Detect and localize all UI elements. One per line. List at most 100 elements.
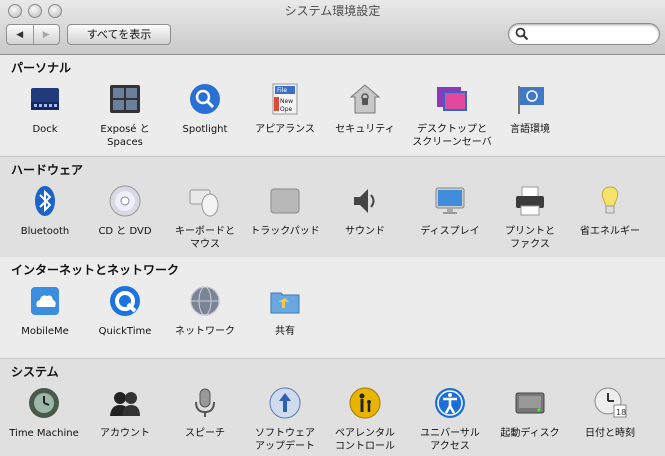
toolbar: システム環境設定 ◀ ▶ すべてを表示 — [0, 0, 665, 55]
section-3: インターネットとネットワーク MobileMe QuickTime ネットワーク 共有 — [0, 257, 665, 357]
preference-pane-startup-disk[interactable]: 起動ディスク — [490, 386, 570, 440]
preference-pane-label: ソフトウェア アップデート — [255, 428, 315, 452]
date-time-icon: 18 — [594, 387, 627, 418]
preference-pane-desktop[interactable]: デスクトップと スクリーンセーバ — [412, 82, 492, 149]
navigation-buttons: ◀ ▶ — [6, 24, 60, 45]
preference-pane-label: アピアランス — [255, 124, 315, 135]
preference-pane-parental-controls[interactable]: ペアレンタル コントロール — [325, 386, 405, 453]
show-all-button[interactable]: すべてを表示 — [67, 24, 171, 45]
preference-pane-label: プリントと ファクス — [505, 226, 555, 250]
time-machine-icon — [29, 388, 59, 418]
preference-pane-accounts[interactable]: アカウント — [85, 386, 165, 440]
desktop-icon — [437, 87, 467, 111]
keyboard-mouse-icon — [189, 189, 219, 217]
section-1: パーソナル Dock Exposé と Spaces Spotlight File New… — [0, 55, 665, 155]
svg-text:Ope: Ope — [280, 106, 293, 113]
preference-pane-label: Time Machine — [9, 428, 79, 439]
preference-pane-label: Exposé と Spaces — [100, 124, 150, 148]
system-preferences-window: システム環境設定 ◀ ▶ すべてを表示 パーソナル Dock Exposé と Sp… — [0, 0, 665, 456]
back-button[interactable]: ◀ — [7, 25, 33, 44]
preference-pane-lightbulb[interactable]: 省エネルギー — [570, 184, 650, 238]
language-flag-icon — [518, 86, 544, 114]
preference-pane-sharing-folder[interactable]: 共有 — [245, 284, 325, 338]
bluetooth-icon — [35, 186, 55, 216]
preference-pane-label: キーボードと マウス — [175, 226, 235, 250]
preference-pane-spotlight[interactable]: Spotlight — [165, 82, 245, 136]
preference-pane-label: ディスプレイ — [420, 226, 480, 237]
preference-pane-label: スピーチ — [185, 428, 225, 439]
preference-pane-label: MobileMe — [21, 326, 69, 337]
trackpad-icon — [270, 188, 300, 214]
svg-text:File: File — [277, 87, 287, 94]
microphone-icon — [195, 388, 215, 417]
preference-pane-time-machine[interactable]: Time Machine — [4, 386, 84, 440]
preference-pane-label: サウンド — [345, 226, 385, 237]
preference-pane-dock[interactable]: Dock — [5, 82, 85, 136]
preference-pane-label: Bluetooth — [20, 226, 70, 237]
svg-text:18: 18 — [616, 408, 626, 417]
section-2: ハードウェア Bluetooth CD と DVD キーボードと マウス トラックパッド… — [0, 156, 665, 258]
preference-pane-bluetooth[interactable]: Bluetooth — [5, 184, 85, 238]
preference-pane-date-time[interactable]: 18 日付と時刻 — [570, 386, 650, 440]
lightbulb-icon — [601, 186, 619, 214]
preference-pane-cd-dvd[interactable]: CD と DVD — [85, 184, 165, 238]
preference-pane-label: デスクトップと スクリーンセーバ — [412, 124, 492, 148]
network-globe-icon — [190, 286, 220, 316]
preference-pane-appearance[interactable]: File New Ope アピアランス — [245, 82, 325, 136]
printer-icon — [516, 186, 544, 216]
preference-pane-speaker[interactable]: サウンド — [325, 184, 405, 238]
preference-pane-label: 日付と時刻 — [585, 428, 635, 439]
appearance-icon: File NewOpe — [272, 83, 298, 115]
expose-icon — [110, 85, 140, 113]
preference-pane-label: セキュリティ — [335, 124, 395, 135]
section-title: システム — [11, 365, 59, 379]
speaker-icon — [354, 189, 375, 213]
section-title: ハードウェア — [11, 163, 84, 177]
preference-pane-quicktime[interactable]: QuickTime — [85, 284, 165, 338]
preference-pane-display[interactable]: ディスプレイ — [410, 184, 490, 238]
preference-pane-cloud[interactable]: MobileMe — [5, 284, 85, 338]
sharing-folder-icon — [270, 292, 300, 314]
accounts-icon — [110, 392, 140, 416]
startup-disk-icon — [515, 392, 545, 414]
window-title: システム環境設定 — [284, 4, 381, 18]
preference-pane-label: 言語環境 — [510, 124, 550, 135]
preference-pane-microphone[interactable]: スピーチ — [165, 386, 245, 440]
display-icon — [435, 187, 465, 214]
universal-access-icon — [435, 388, 465, 418]
svg-text:New: New — [280, 98, 293, 105]
preference-pane-universal-access[interactable]: ユニバーサル アクセス — [410, 386, 490, 453]
spotlight-icon — [190, 84, 220, 114]
preference-pane-label: 省エネルギー — [580, 226, 640, 237]
preference-pane-trackpad[interactable]: トラックパッド — [245, 184, 325, 238]
preference-pane-label: トラックパッド — [250, 226, 320, 237]
software-update-icon — [269, 387, 301, 419]
preference-pane-label: ユニバーサル アクセス — [420, 428, 480, 452]
quicktime-icon — [110, 286, 140, 316]
preference-pane-network-globe[interactable]: ネットワーク — [165, 284, 245, 338]
preference-pane-label: ペアレンタル コントロール — [335, 428, 395, 452]
preference-pane-printer[interactable]: プリントと ファクス — [490, 184, 570, 251]
preference-pane-keyboard-mouse[interactable]: キーボードと マウス — [165, 184, 245, 251]
preference-pane-software-update[interactable]: ソフトウェア アップデート — [245, 386, 325, 453]
section-4: システム Time Machine アカウント スピーチ ソフトウェア アップデート ペア… — [0, 358, 665, 456]
preference-pane-label: Spotlight — [182, 124, 228, 135]
preference-pane-language-flag[interactable]: 言語環境 — [490, 82, 570, 136]
security-house-icon — [349, 84, 381, 114]
preference-pane-label: CD と DVD — [98, 226, 152, 237]
dock-icon — [31, 88, 59, 110]
search-field[interactable] — [508, 23, 660, 45]
preference-pane-security-house[interactable]: セキュリティ — [325, 82, 405, 136]
cloud-icon — [31, 287, 59, 315]
preference-pane-label: 共有 — [275, 326, 295, 337]
preference-pane-label: Dock — [32, 124, 58, 135]
preference-pane-label: QuickTime — [98, 326, 152, 337]
section-title: インターネットとネットワーク — [11, 263, 180, 277]
parental-controls-icon — [349, 387, 381, 419]
forward-button[interactable]: ▶ — [32, 25, 60, 44]
preference-pane-label: 起動ディスク — [500, 428, 560, 439]
preference-pane-label: アカウント — [100, 428, 150, 439]
preference-pane-expose[interactable]: Exposé と Spaces — [85, 82, 165, 149]
cd-dvd-icon — [109, 185, 141, 217]
search-icon — [515, 27, 529, 41]
